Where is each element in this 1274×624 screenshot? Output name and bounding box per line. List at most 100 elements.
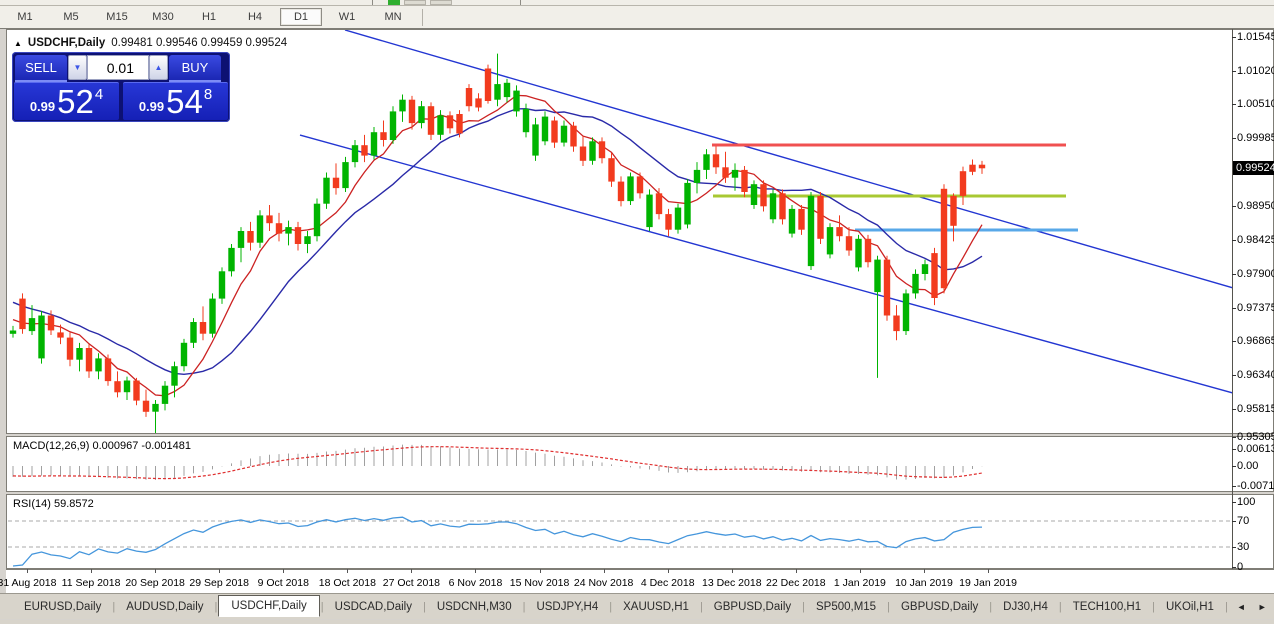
axis-tick (1232, 274, 1236, 275)
chart-tab-ukoil-h1[interactable]: UKOil,H1 (1156, 598, 1224, 616)
timeframe-button-m30[interactable]: M30 (142, 8, 184, 26)
chart-tab-usdchf-daily[interactable]: USDCHF,Daily (218, 595, 319, 617)
chart-tab-eurusd-daily[interactable]: EURUSD,Daily (14, 598, 111, 616)
chart-tab-dj30-h4[interactable]: DJ30,H4 (993, 598, 1058, 616)
timeframe-button-m15[interactable]: M15 (96, 8, 138, 26)
date-axis-tick (988, 569, 989, 573)
tab-separator: | (802, 601, 805, 613)
tabs-scroll-left-icon[interactable]: ◄ (1237, 602, 1246, 612)
tabs-scroll-right-icon[interactable]: ► (1258, 602, 1267, 612)
rsi-axis-label: 30 (1237, 541, 1249, 553)
date-axis-label: 4 Dec 2018 (641, 577, 695, 589)
timeframe-button-mn[interactable]: MN (372, 8, 414, 26)
date-axis-tick (732, 569, 733, 573)
date-axis-label: 29 Sep 2018 (189, 577, 249, 589)
date-axis-tick (860, 569, 861, 573)
date-axis-tick (924, 569, 925, 573)
date-axis-tick (347, 569, 348, 573)
timeframe-button-h1[interactable]: H1 (188, 8, 230, 26)
date-axis-label: 6 Nov 2018 (449, 577, 503, 589)
tab-separator: | (887, 601, 890, 613)
buy-button[interactable]: BUY (169, 55, 221, 82)
date-axis-label: 22 Dec 2018 (766, 577, 826, 589)
chart-tab-usdjpy-h4[interactable]: USDJPY,H4 (526, 598, 608, 616)
lot-increase-button[interactable]: ▲ (149, 55, 168, 80)
timeframe-button-h4[interactable]: H4 (234, 8, 276, 26)
axis-tick (1232, 409, 1236, 410)
date-axis-tick (411, 569, 412, 573)
sell-button[interactable]: SELL (15, 55, 67, 82)
chart-tab-gbpusd-daily[interactable]: GBPUSD,Daily (891, 598, 988, 616)
bid-price-display[interactable]: 0.99 52 4 (14, 82, 119, 120)
axis-tick (1232, 567, 1236, 568)
macd-panel[interactable] (6, 436, 1274, 492)
chart-tab-usdcad-daily[interactable]: USDCAD,Daily (325, 598, 422, 616)
lot-decrease-button[interactable]: ▼ (68, 55, 87, 80)
date-axis-tick (796, 569, 797, 573)
price-axis-label: 0.98425 (1237, 234, 1274, 246)
date-axis-label: 9 Oct 2018 (258, 577, 309, 589)
price-axis-label: 0.97900 (1237, 268, 1274, 280)
chevron-down-icon: ▼ (74, 63, 82, 72)
price-axis-label: 1.01020 (1237, 65, 1274, 77)
ask-big-digits: 54 (166, 87, 203, 117)
timeframe-button-m1[interactable]: M1 (4, 8, 46, 26)
date-axis-tick (219, 569, 220, 573)
price-axis-label: 0.97375 (1237, 302, 1274, 314)
axis-tick (1232, 547, 1236, 548)
chart-tab-sp500-m15[interactable]: SP500,M15 (806, 598, 886, 616)
axis-tick (1232, 449, 1236, 450)
price-axis-label: 1.01545 (1237, 31, 1274, 43)
chart-tab-xauusd-h1[interactable]: XAUUSD,H1 (613, 598, 699, 616)
bid-pip-digit: 4 (95, 86, 103, 103)
bid-big-digits: 52 (57, 87, 94, 117)
macd-axis-label: 0.00 (1237, 460, 1258, 472)
tab-separator: | (321, 601, 324, 613)
collapse-icon[interactable]: ▲ (14, 39, 22, 48)
toolbar-sliver (520, 0, 521, 5)
date-axis-tick (283, 569, 284, 573)
date-axis-tick (668, 569, 669, 573)
tab-separator: | (700, 601, 703, 613)
macd-axis-label: -0.007142 (1237, 480, 1274, 492)
timeframe-button-d1[interactable]: D1 (280, 8, 322, 26)
date-axis-label: 18 Oct 2018 (319, 577, 376, 589)
toolbar-sliver (372, 0, 373, 5)
date-axis-label: 27 Oct 2018 (383, 577, 440, 589)
toolbar-sliver (404, 0, 426, 5)
chart-tab-audusd-daily[interactable]: AUDUSD,Daily (116, 598, 213, 616)
rsi-panel[interactable] (6, 494, 1274, 569)
axis-tick (1232, 502, 1236, 503)
rsi-axis-label: 100 (1237, 496, 1255, 508)
axis-tick (1232, 240, 1236, 241)
tab-separator: | (989, 601, 992, 613)
axis-tick (1232, 375, 1236, 376)
date-axis-tick (604, 569, 605, 573)
date-axis-label: 20 Sep 2018 (125, 577, 185, 589)
date-axis-label: 11 Sep 2018 (62, 577, 121, 589)
chart-tab-usdcnh-m30[interactable]: USDCNH,M30 (427, 598, 522, 616)
chart-ohlc-values: 0.99481 0.99546 0.99459 0.99524 (111, 37, 287, 49)
axis-tick (1232, 104, 1236, 105)
timeframe-toolbar: M1M5M15M30H1H4D1W1MN (0, 6, 1274, 29)
ask-price-display[interactable]: 0.99 54 8 (123, 82, 228, 120)
axis-tick (1232, 437, 1236, 438)
timeframe-button-w1[interactable]: W1 (326, 8, 368, 26)
price-axis-label: 0.96340 (1237, 369, 1274, 381)
chart-tab-tech100-h1[interactable]: TECH100,H1 (1063, 598, 1151, 616)
axis-tick (1232, 486, 1236, 487)
macd-axis-label: 0.006137 (1237, 443, 1274, 455)
date-axis-label: 19 Jan 2019 (959, 577, 1017, 589)
axis-tick (1232, 341, 1236, 342)
rsi-axis-label: 70 (1237, 515, 1249, 527)
date-axis-label: 15 Nov 2018 (510, 577, 570, 589)
price-axis-label: 0.96865 (1237, 335, 1274, 347)
axis-tick (1232, 138, 1236, 139)
toolbar-divider (422, 9, 423, 26)
chart-tab-gbpusd-daily[interactable]: GBPUSD,Daily (704, 598, 801, 616)
ask-prefix: 0.99 (139, 99, 164, 114)
date-axis-label: 31 Aug 2018 (0, 577, 56, 589)
tab-separator: | (1225, 601, 1228, 613)
lot-size-input[interactable] (87, 55, 149, 80)
timeframe-button-m5[interactable]: M5 (50, 8, 92, 26)
